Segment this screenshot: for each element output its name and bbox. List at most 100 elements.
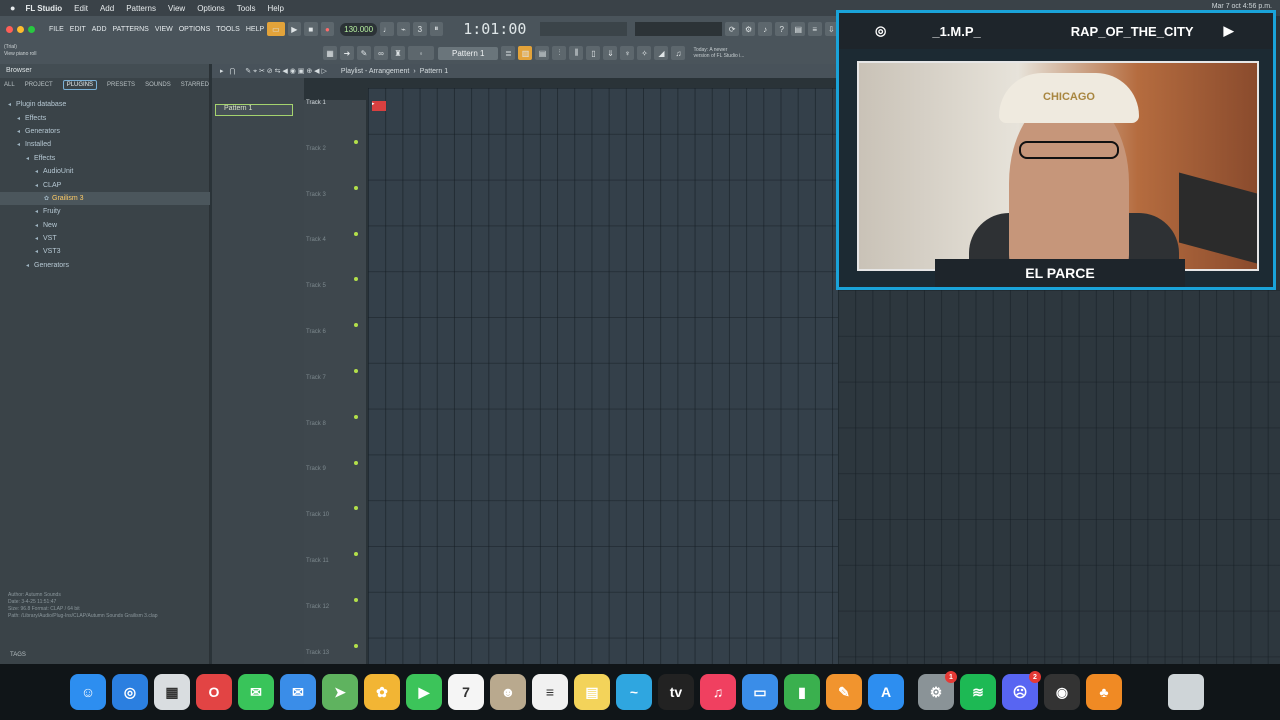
refresh-icon[interactable]: ⟳	[725, 22, 739, 36]
contacts-icon[interactable]: ☻	[490, 674, 526, 710]
facetime-icon[interactable]: ▶	[406, 674, 442, 710]
track-mute-led[interactable]	[354, 460, 358, 465]
track-mute-led[interactable]	[354, 231, 358, 236]
freeform-icon[interactable]: ~	[616, 674, 652, 710]
tree-item[interactable]: ◂ Generators	[0, 259, 210, 272]
minimize-window-button[interactable]	[17, 25, 24, 33]
mail-icon[interactable]: ✉	[280, 674, 316, 710]
appletv-icon[interactable]: tv	[658, 674, 694, 710]
arrow-right-icon[interactable]: ➜	[340, 46, 354, 60]
plugin-icon[interactable]: ⫼	[569, 46, 584, 60]
clipboard-icon[interactable]: ▯	[586, 46, 601, 60]
tree-item[interactable]: ◂ New	[0, 219, 210, 232]
menu-options[interactable]: Options	[197, 4, 225, 13]
pattern-selector[interactable]: Pattern 1	[438, 46, 499, 60]
pencil-icon[interactable]: ✎	[357, 46, 371, 60]
play-button[interactable]: ▶	[287, 22, 302, 36]
music-icon[interactable]: ♫	[700, 674, 736, 710]
calendar-icon[interactable]: 7	[448, 674, 484, 710]
track-header[interactable]: Track 7	[304, 375, 366, 381]
menu-add[interactable]: Add	[100, 4, 114, 13]
track-header[interactable]: Track 12	[304, 604, 366, 610]
track-header[interactable]: Track 2	[304, 146, 366, 152]
track-header[interactable]: Track 4	[304, 237, 366, 243]
playlist-grid[interactable]	[368, 88, 838, 664]
tree-item[interactable]: ◂ Effects	[0, 111, 210, 124]
mixer-icon[interactable]: ≡	[808, 22, 822, 36]
opera-icon[interactable]: O	[196, 674, 232, 710]
track-header[interactable]: Track 6	[304, 329, 366, 335]
tree-item[interactable]: ◂ VST3	[0, 245, 210, 258]
countdown-icon[interactable]: 3	[413, 22, 427, 36]
tool-icons[interactable]: ✎ ⌖ ✂ ⊘ ⇆ ◀ ◉ ▣ ⊕ ◀ ▷	[245, 67, 327, 76]
tab-starred[interactable]: STARRED	[181, 82, 209, 88]
track-header[interactable]: Track 9	[304, 466, 366, 472]
tree-item[interactable]: ◂ Effects	[0, 152, 210, 165]
mixer-view-icon[interactable]: ⫶	[552, 46, 567, 60]
mic-icon[interactable]: ♪	[758, 22, 772, 36]
menu-edit[interactable]: Edit	[74, 4, 88, 13]
link-icon[interactable]: ∞	[374, 46, 388, 60]
spotify-icon[interactable]: ≋	[960, 674, 996, 710]
tempo-display[interactable]: 130.000	[340, 22, 378, 36]
wait-icon[interactable]: ⏸	[429, 22, 444, 36]
playlist-grid-extended[interactable]	[838, 290, 1280, 664]
tree-item[interactable]: ✿ Grailism 3	[0, 191, 210, 206]
numbers-icon[interactable]: ▮	[784, 674, 820, 710]
snap-icon[interactable]: ⌁	[396, 22, 411, 36]
tab-project[interactable]: PROJECT	[25, 82, 53, 88]
track-header[interactable]: Track 10	[304, 512, 366, 518]
tree-item[interactable]: ◂ AudioUnit	[0, 165, 210, 178]
bell-icon[interactable]: ♫	[671, 46, 686, 60]
playlist-icon[interactable]: ▦	[323, 46, 337, 60]
fl-menu-add[interactable]: ADD	[92, 26, 107, 33]
stop-button[interactable]: ■	[304, 22, 318, 36]
tuner-icon[interactable]: ♆	[620, 46, 635, 60]
zoom-window-button[interactable]	[28, 25, 35, 33]
messages-icon[interactable]: ✉	[238, 674, 274, 710]
notes-icon[interactable]: ▤	[574, 674, 610, 710]
menu-help[interactable]: Help	[267, 4, 283, 13]
track-mute-led[interactable]	[354, 369, 358, 373]
playhead-marker[interactable]: ▸	[372, 101, 386, 111]
obs-icon[interactable]: ◉	[1044, 674, 1080, 710]
tree-item[interactable]: ◂ Fruity	[0, 205, 210, 218]
menu-tools[interactable]: Tools	[237, 4, 256, 13]
metronome-icon[interactable]: ♩	[380, 22, 394, 36]
launchpad-icon[interactable]: ▦	[154, 674, 190, 710]
flstudio-icon[interactable]: ♣	[1086, 674, 1122, 710]
track-mute-led[interactable]	[354, 643, 358, 648]
finder-icon[interactable]: ☺	[70, 674, 106, 710]
piano-roll-icon[interactable]: ▥	[518, 46, 533, 60]
help-icon[interactable]: ?	[774, 22, 789, 36]
play-small-icon[interactable]: ▸	[220, 67, 224, 75]
fl-menu-view[interactable]: VIEW	[155, 26, 173, 33]
stamp-icon[interactable]: ♜	[391, 46, 405, 60]
tree-item[interactable]: ◂ VST	[0, 232, 210, 245]
fl-menu-file[interactable]: FILE	[49, 26, 64, 33]
record-button[interactable]: ●	[320, 22, 335, 36]
maps-icon[interactable]: ➤	[322, 674, 358, 710]
fl-menu-edit[interactable]: EDIT	[70, 26, 86, 33]
menu-view[interactable]: View	[168, 4, 185, 13]
browser-icon[interactable]: ▤	[535, 46, 550, 60]
channel-rack-icon[interactable]: ≣	[501, 46, 516, 60]
track-header[interactable]: Track 3	[304, 192, 366, 198]
magnet-icon[interactable]: ⋂	[230, 67, 236, 75]
track-mute-led[interactable]	[354, 185, 358, 190]
wand-icon[interactable]: ✧	[637, 46, 652, 60]
track-mute-led[interactable]	[354, 598, 358, 602]
menu-app[interactable]: FL Studio	[25, 4, 62, 13]
track-mute-led[interactable]	[354, 414, 358, 419]
track-mute-led[interactable]	[354, 140, 358, 144]
tab-all[interactable]: ALL	[4, 82, 15, 88]
settings-icon[interactable]: ⚙ 1	[918, 671, 957, 710]
fl-menu-tools[interactable]: TOOLS	[216, 26, 240, 33]
fl-menu-options[interactable]: OPTIONS	[179, 26, 211, 33]
pages-icon[interactable]: ✎	[826, 674, 862, 710]
tab-presets[interactable]: PRESETS	[107, 82, 135, 88]
keynote-icon[interactable]: ▭	[742, 674, 778, 710]
apple-icon[interactable]: ●	[10, 3, 15, 13]
news-panel[interactable]: Today: A newer version of FL Studio i...	[693, 47, 744, 59]
reminders-icon[interactable]: ≡	[532, 674, 568, 710]
